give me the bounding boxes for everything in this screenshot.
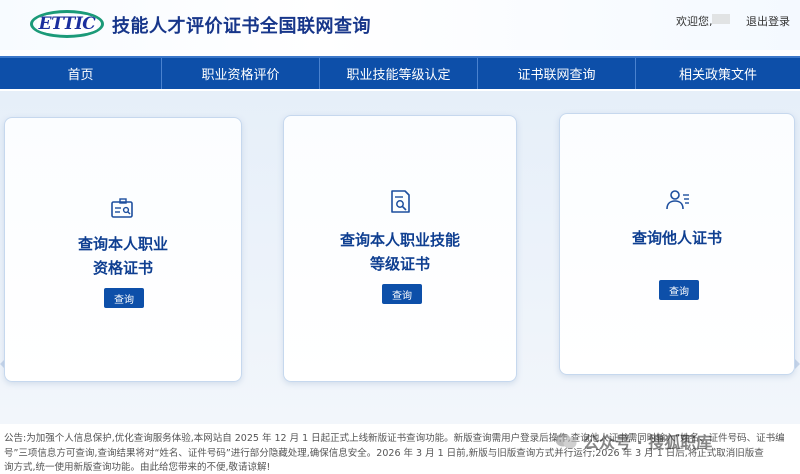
card-title: 查询本人职业技能 等级证书: [339, 231, 460, 273]
ettic-logo[interactable]: ETTIC: [30, 10, 104, 38]
card-own-skill-level[interactable]: 查询本人职业技能 等级证书 查询: [283, 115, 517, 382]
nav-item-cert-query[interactable]: 证书联网查询: [478, 58, 636, 89]
logo-text: ETTIC: [36, 14, 98, 34]
query-button-own-skill-level[interactable]: 查询: [382, 284, 422, 304]
nav-item-home[interactable]: 首页: [0, 58, 162, 89]
nav-item-policy[interactable]: 相关政策文件: [636, 58, 800, 89]
watermark: 公众号 · 搜狐职库: [555, 428, 712, 454]
query-button-own-qualification[interactable]: 查询: [104, 288, 144, 308]
announcement-line-3: 询方式,统一使用新版查询功能。由此给您带来的不便,敬请谅解!: [4, 462, 271, 473]
card-others-certificate[interactable]: 查询他人证书 查询: [559, 113, 795, 375]
certificate-search-icon: [111, 198, 133, 218]
card-title: 查询本人职业 资格证书: [77, 235, 168, 277]
person-id-icon: [666, 190, 689, 210]
query-button-others-certificate[interactable]: 查询: [659, 280, 699, 300]
logout-link[interactable]: 退出登录: [746, 13, 790, 29]
wechat-icon: [555, 433, 577, 449]
username-masked: [712, 14, 730, 24]
site-header: ETTIC 技能人才评价证书全国联网查询 欢迎您, 退出登录: [0, 0, 800, 50]
document-search-icon: [391, 190, 410, 213]
right-scroll-icon[interactable]: [795, 359, 800, 369]
site-title: 技能人才评价证书全国联网查询: [112, 16, 371, 37]
main-nav: 首页 职业资格评价 职业技能等级认定 证书联网查询 相关政策文件: [0, 56, 800, 89]
nav-item-skill-level[interactable]: 职业技能等级认定: [320, 58, 478, 89]
card-own-qualification[interactable]: 查询本人职业 资格证书 查询: [4, 117, 242, 382]
card-title: 查询他人证书: [631, 229, 722, 247]
welcome-text: 欢迎您,: [676, 15, 713, 28]
nav-item-qualification[interactable]: 职业资格评价: [162, 58, 320, 89]
watermark-text: 公众号 · 搜狐职库: [583, 433, 713, 452]
